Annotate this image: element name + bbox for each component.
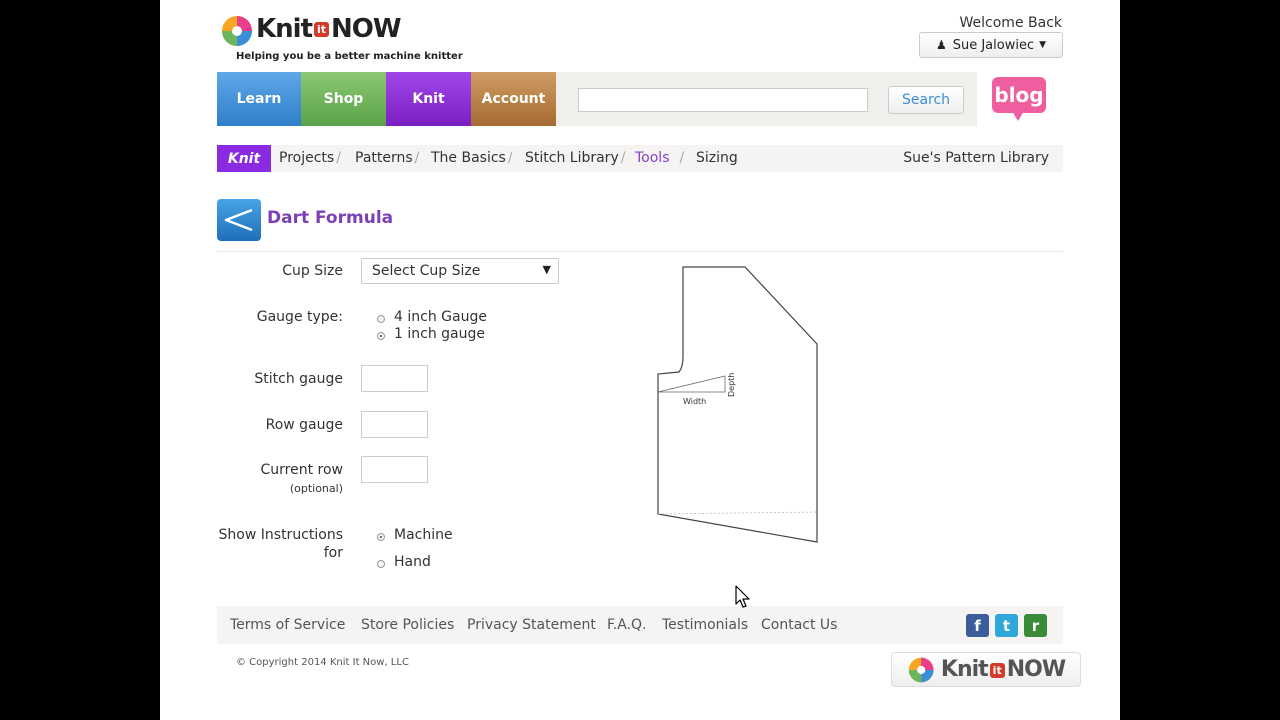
cup-size-select[interactable]: Select Cup Size ▼	[361, 258, 559, 284]
breadcrumb: Knit Projects / Patterns / The Basics / Sti…	[217, 145, 1063, 172]
subnav-separator: /	[336, 150, 341, 166]
subnav-sizing[interactable]: Sizing	[696, 150, 738, 166]
dart-diagram: Depth Width	[657, 266, 818, 543]
width-label: Width	[683, 397, 706, 406]
back-button[interactable]	[217, 199, 261, 241]
site-logo[interactable]: Knit it NOW	[220, 12, 470, 52]
row-gauge-input[interactable]	[361, 411, 428, 438]
footer-contact-link[interactable]: Contact Us	[761, 617, 837, 633]
stitch-gauge-label: Stitch gauge	[254, 371, 343, 387]
subnav-separator: /	[414, 150, 420, 166]
footer-testimonials-link[interactable]: Testimonials	[662, 617, 748, 633]
subnav-tools[interactable]: Tools	[635, 150, 670, 166]
yarn-swirl-icon	[222, 16, 252, 46]
subnav-projects[interactable]: Projects	[279, 150, 334, 166]
machine-radio[interactable]	[377, 533, 385, 541]
nav-shop[interactable]: Shop	[301, 72, 386, 126]
ravelry-icon[interactable]: r	[1024, 614, 1047, 637]
subnav-separator: /	[507, 150, 513, 166]
user-icon: ♟	[935, 38, 947, 52]
subnav-the-basics[interactable]: The Basics	[431, 150, 506, 166]
footer-logo-it: it	[989, 662, 1005, 678]
cup-size-label: Cup Size	[282, 263, 343, 279]
current-row-label: Current row	[260, 462, 344, 478]
search-button[interactable]: Search	[888, 86, 964, 114]
footer-store-policies-link[interactable]: Store Policies	[361, 617, 454, 633]
logo-text-knit: Knit	[256, 14, 313, 44]
subnav-patterns[interactable]: Patterns	[355, 150, 413, 166]
show-instructions-label: Show Instructions	[218, 527, 343, 543]
footer-terms-link[interactable]: Terms of Service	[230, 617, 345, 633]
depth-label: Depth	[727, 373, 736, 397]
footer-logo-now: NOW	[1006, 657, 1066, 682]
copyright-text: © Copyright 2014 Knit It Now, LLC	[236, 657, 409, 668]
yarn-swirl-icon	[908, 657, 934, 682]
logo-text-now: NOW	[331, 14, 402, 44]
mouse-cursor-icon	[735, 585, 750, 608]
user-menu-button[interactable]: ♟ Sue Jalowiec ▼	[919, 32, 1063, 58]
cup-size-value: Select Cup Size	[372, 263, 481, 279]
gauge-4inch-radio[interactable]	[377, 315, 385, 323]
current-row-input[interactable]	[361, 456, 428, 483]
gauge-type-label: Gauge type:	[256, 309, 343, 325]
subnav-section-knit[interactable]: Knit	[217, 145, 271, 172]
gauge-4inch-label[interactable]: 4 inch Gauge	[394, 309, 487, 325]
footer-faq-link[interactable]: F.A.Q.	[607, 617, 647, 633]
logo-text-it: it	[314, 22, 330, 37]
caret-down-icon: ▼	[1039, 40, 1047, 50]
gauge-1inch-label[interactable]: 1 inch gauge	[394, 326, 485, 342]
twitter-icon[interactable]: t	[995, 614, 1018, 637]
search-input[interactable]	[578, 88, 868, 112]
tagline: Helping you be a better machine knitter	[236, 51, 463, 62]
subnav-separator: /	[620, 150, 626, 166]
footer-privacy-link[interactable]: Privacy Statement	[467, 617, 596, 633]
hand-radio[interactable]	[377, 560, 385, 568]
row-gauge-label: Row gauge	[265, 417, 343, 433]
back-arrow-icon	[224, 208, 253, 232]
user-name: Sue Jalowiec	[952, 37, 1035, 53]
gauge-1inch-radio[interactable]	[377, 332, 385, 340]
nav-account[interactable]: Account	[471, 72, 556, 126]
footer-logo[interactable]: Knit it NOW	[891, 652, 1081, 687]
welcome-text: Welcome Back	[959, 15, 1062, 31]
footer-logo-knit: Knit	[940, 657, 989, 682]
subnav-pattern-library[interactable]: Sue's Pattern Library	[903, 150, 1049, 166]
page-title: Dart Formula	[267, 208, 394, 228]
stitch-gauge-input[interactable]	[361, 365, 428, 392]
divider	[217, 251, 1063, 252]
nav-knit[interactable]: Knit	[386, 72, 471, 126]
blog-button[interactable]: blog	[992, 77, 1046, 113]
machine-label[interactable]: Machine	[394, 527, 453, 543]
current-row-hint: (optional)	[289, 482, 343, 495]
facebook-icon[interactable]: f	[966, 614, 989, 637]
subnav-separator: /	[679, 150, 685, 166]
show-instructions-label-for: for	[323, 545, 343, 561]
hand-label[interactable]: Hand	[394, 554, 431, 570]
subnav-stitch-library[interactable]: Stitch Library	[525, 150, 619, 166]
page: Knit it NOW Helping you be a better machin…	[160, 0, 1120, 720]
garment-outline	[657, 266, 818, 543]
dropdown-arrow-icon: ▼	[542, 263, 551, 276]
blog-bubble-tail	[1012, 111, 1024, 121]
footer-bar: Terms of Service Store Policies Privacy …	[217, 606, 1063, 644]
nav-learn[interactable]: Learn	[217, 72, 301, 126]
